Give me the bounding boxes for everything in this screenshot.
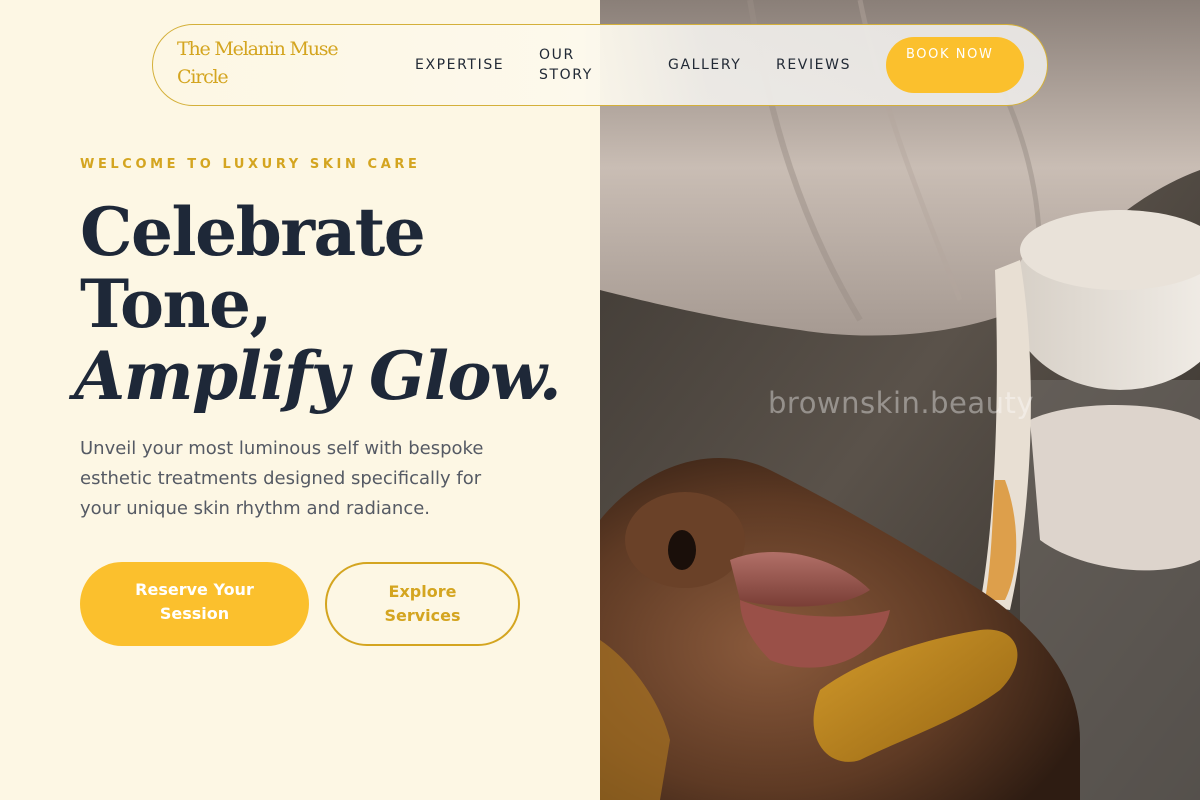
headline-line-3: Amplify Glow.	[74, 337, 562, 415]
book-now-button[interactable]: BOOK NOW	[886, 37, 1024, 93]
top-navigation: The Melanin Muse Circle EXPERTISE OUR ST…	[152, 24, 1048, 106]
watermark-text: brownskin.beauty	[768, 386, 1035, 420]
nav-link-reviews[interactable]: REVIEWS	[776, 55, 851, 75]
hero-headline: Celebrate Tone, Amplify Glow.	[74, 193, 580, 412]
nav-link-expertise[interactable]: EXPERTISE	[415, 55, 504, 75]
explore-services-button[interactable]: Explore Services	[325, 562, 520, 646]
headline-line-2: Tone,	[80, 265, 273, 343]
brand-logo[interactable]: The Melanin Muse Circle	[177, 35, 367, 91]
hero-eyebrow: WELCOME TO LUXURY SKIN CARE	[80, 157, 421, 172]
hero-image: brownskin.beauty	[600, 0, 1200, 800]
nav-link-gallery[interactable]: GALLERY	[668, 55, 741, 75]
hero-description: Unveil your most luminous self with besp…	[80, 438, 484, 519]
reserve-session-button[interactable]: Reserve Your Session	[80, 562, 309, 646]
nav-link-our-story[interactable]: OUR STORY	[539, 45, 629, 85]
headline-line-1: Celebrate	[80, 193, 426, 271]
